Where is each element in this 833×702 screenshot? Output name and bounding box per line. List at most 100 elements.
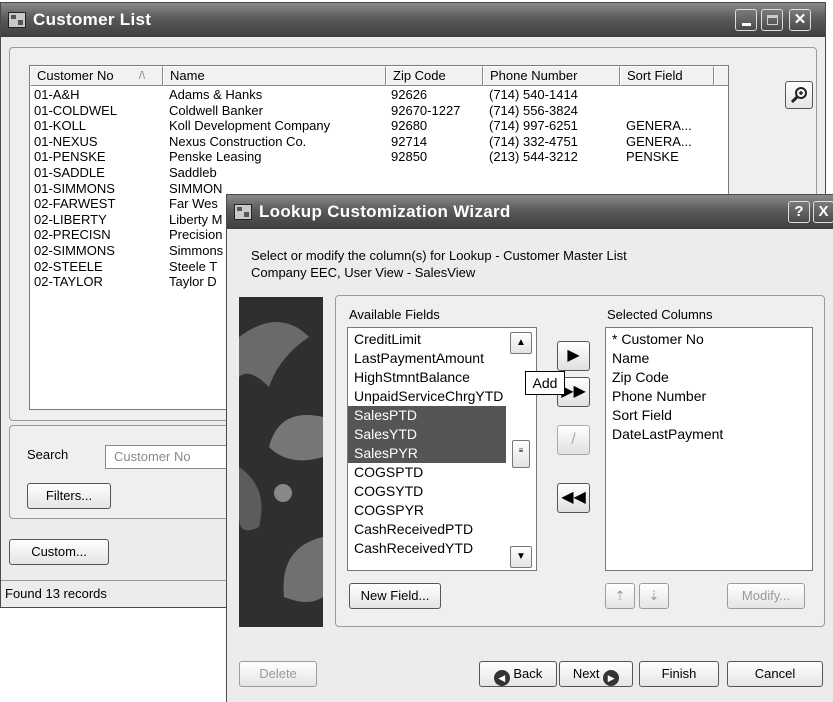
maximize-icon — [767, 15, 778, 25]
wizard-titlebar[interactable]: Lookup Customization Wizard ? X — [227, 195, 833, 229]
help-button[interactable]: ? — [788, 201, 810, 223]
selected-columns-list[interactable]: * Customer No Name Zip Code Phone Number Sor… — [605, 327, 813, 571]
column-header-customer-no[interactable]: Customer No /\ — [30, 66, 163, 86]
magnify-icon — [790, 87, 807, 104]
scroll-down-button[interactable]: ▼ — [510, 546, 532, 568]
table-cell-name: Koll Development Company — [169, 118, 331, 134]
table-cell-phone: (714) 540-1414 — [489, 87, 578, 102]
wizard-description: Select or modify the column(s) for Looku… — [251, 248, 627, 280]
table-cell-no: 02-TAYLOR — [34, 274, 103, 290]
selected-column-item[interactable]: Sort Field — [612, 406, 672, 425]
column-header-zip[interactable]: Zip Code — [386, 66, 483, 86]
status-text: Found 13 records — [5, 586, 107, 601]
table-row[interactable]: 01-PENSKE Penske Leasing 92850 (213) 544-32… — [30, 149, 728, 165]
move-up-button[interactable]: ⇡ — [605, 583, 635, 609]
wizard-window: Lookup Customization Wizard ? X Select o… — [226, 194, 833, 702]
table-cell-no: 01-SIMMONS — [34, 180, 115, 196]
help-icon: ? — [794, 203, 804, 220]
available-field-item[interactable]: UnpaidServiceChrgYTD — [354, 387, 503, 406]
move-down-button[interactable]: ⇣ — [639, 583, 669, 609]
table-row[interactable]: 01-COLDWEL Coldwell Banker 92670-1227 (714)… — [30, 103, 728, 119]
scroll-up-button[interactable]: ▲ — [510, 332, 532, 354]
table-cell-no: 02-FARWEST — [34, 196, 116, 212]
available-field-item[interactable]: SalesPTD — [348, 406, 506, 425]
table-cell-no: 02-LIBERTY — [34, 211, 107, 227]
customer-list-titlebar[interactable]: Customer List ✕ — [1, 3, 825, 37]
available-field-item[interactable]: CashReceivedPTD — [354, 520, 473, 539]
available-field-item[interactable]: CreditLimit — [354, 330, 421, 349]
filters-button[interactable]: Filters... — [27, 483, 111, 509]
table-row[interactable]: 01-KOLL Koll Development Company 92680 (714… — [30, 118, 728, 134]
add-button[interactable]: ▶ — [557, 341, 590, 371]
selected-column-item[interactable]: Zip Code — [612, 368, 669, 387]
selected-column-item[interactable]: * Customer No — [612, 330, 704, 349]
table-row[interactable]: 01-A&H Adams & Hanks 92626 (714) 540-1414 — [30, 87, 728, 103]
close-button[interactable]: ✕ — [789, 9, 811, 31]
minimize-button[interactable] — [735, 9, 757, 31]
modify-button[interactable]: Modify... — [727, 583, 805, 609]
table-header: Customer No /\ Name Zip Code Phone Numbe… — [30, 66, 728, 86]
table-cell-name: Simmons — [169, 243, 224, 258]
available-field-item[interactable]: COGSYTD — [354, 482, 423, 501]
wizard-close-button[interactable]: X — [813, 201, 833, 223]
custom-button[interactable]: Custom... — [9, 539, 109, 565]
cancel-button[interactable]: Cancel — [727, 661, 823, 687]
remove-button[interactable]: / — [557, 425, 590, 455]
available-field-item[interactable]: LastPaymentAmount — [354, 349, 484, 368]
table-cell-no: 01-SADDLE — [34, 165, 105, 180]
table-cell-no: 01-KOLL — [34, 118, 87, 134]
finish-button[interactable]: Finish — [639, 661, 719, 687]
available-field-item[interactable]: COGSPYR — [354, 501, 424, 520]
wizard-icon — [234, 204, 252, 220]
new-field-button[interactable]: New Field... — [349, 583, 441, 609]
maximize-button[interactable] — [761, 9, 783, 31]
table-cell-no: 01-A&H — [34, 87, 80, 102]
selected-column-item[interactable]: Name — [612, 349, 649, 368]
table-cell-no: 02-PRECISN — [34, 227, 111, 243]
available-field-item[interactable]: SalesYTD — [348, 425, 506, 444]
play-right-icon: ▶ — [567, 347, 580, 364]
app-icon — [8, 12, 26, 28]
column-header-name[interactable]: Name — [163, 66, 386, 86]
table-cell-zip: 92680 — [391, 118, 428, 134]
remove-all-button[interactable]: ◀◀ — [557, 483, 590, 513]
column-header-blank — [714, 66, 728, 86]
available-fields-scrollbar[interactable]: ▲ ≡ ▼ — [510, 332, 532, 568]
table-cell-no: 01-COLDWEL — [34, 102, 118, 118]
zoom-button[interactable] — [785, 81, 813, 109]
chevron-up-icon: ▲ — [516, 337, 526, 348]
table-cell-sort: PENSKE — [626, 149, 679, 165]
wizard-side-image — [239, 297, 323, 627]
selected-column-item[interactable]: Phone Number — [612, 387, 706, 406]
table-cell-phone: (714) 332-4751 — [489, 133, 578, 149]
sort-ascending-icon: /\ — [139, 70, 146, 82]
column-header-sort-field[interactable]: Sort Field — [620, 66, 714, 86]
table-cell-name: Taylor D — [169, 274, 217, 290]
available-fields-list[interactable]: CreditLimit LastPaymentAmount HighStmntBal… — [347, 327, 537, 571]
table-cell-name: Adams & Hanks — [169, 87, 263, 102]
decorative-swirl-icon — [239, 322, 323, 602]
move-down-icon: ⇣ — [648, 588, 660, 603]
back-icon: ◀ — [493, 670, 510, 686]
table-cell-name: SIMMON — [169, 180, 223, 196]
table-cell-name: Steele T — [169, 258, 218, 274]
table-cell-zip: 92714 — [391, 133, 428, 149]
next-button[interactable]: Next ▶ — [559, 661, 633, 687]
table-row[interactable]: 01-SADDLE Saddleb — [30, 165, 728, 181]
table-cell-name: Precision — [169, 227, 223, 243]
window-title: Customer List — [33, 10, 152, 29]
scroll-thumb[interactable]: ≡ — [512, 440, 530, 468]
back-button[interactable]: ◀ Back — [479, 661, 557, 687]
selected-column-item[interactable]: DateLastPayment — [612, 425, 723, 444]
available-field-item[interactable]: SalesPYR — [348, 444, 506, 463]
available-field-item[interactable]: COGSPTD — [354, 463, 423, 482]
available-field-item[interactable]: HighStmntBalance — [354, 368, 470, 387]
rewind-icon: ◀◀ — [561, 489, 586, 506]
table-row[interactable]: 01-NEXUS Nexus Construction Co. 92714 (714)… — [30, 134, 728, 150]
table-cell-zip: 92670-1227 — [391, 102, 461, 118]
available-field-item[interactable]: CashReceivedYTD — [354, 539, 473, 558]
delete-button[interactable]: Delete — [239, 661, 317, 687]
table-cell-sort: GENERA... — [626, 133, 692, 149]
column-header-phone[interactable]: Phone Number — [483, 66, 620, 86]
table-cell-name: Liberty M — [169, 211, 223, 227]
